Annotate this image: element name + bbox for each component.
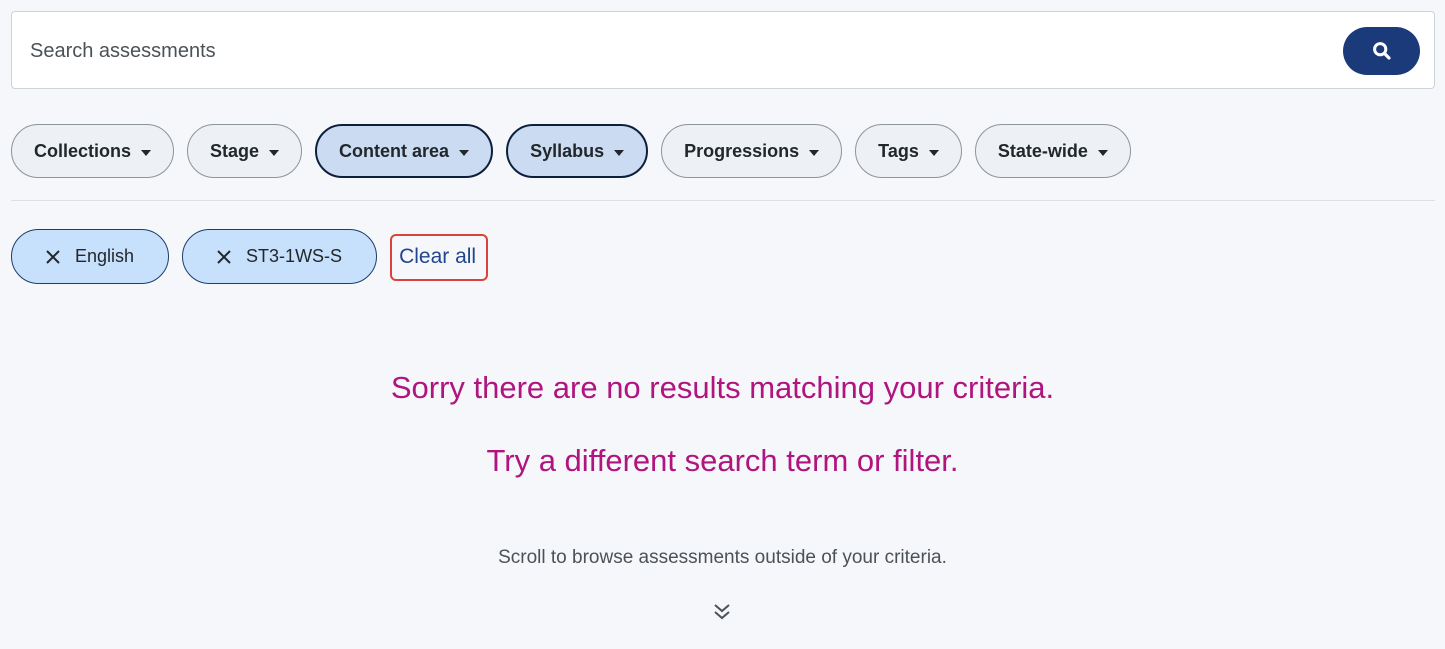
caret-down-icon <box>459 149 470 156</box>
filter-label: Content area <box>339 140 450 161</box>
filter-label: Syllabus <box>530 140 605 161</box>
filter-label: Tags <box>878 140 919 161</box>
no-results-message: Sorry there are no results matching your… <box>390 370 1055 405</box>
filter-label: Collections <box>34 140 132 161</box>
active-filter-chip-english[interactable]: English <box>11 229 170 284</box>
filter-label: State-wide <box>997 140 1088 161</box>
caret-down-icon <box>928 149 939 156</box>
filter-stage[interactable]: Stage <box>187 124 303 178</box>
double-chevron-down-icon[interactable] <box>711 601 733 623</box>
filter-collections[interactable]: Collections <box>11 124 175 178</box>
search-bar <box>11 11 1435 90</box>
caret-down-icon <box>809 149 820 156</box>
active-filter-chips: English ST3-1WS-S Clear all <box>11 229 489 284</box>
caret-down-icon <box>269 149 280 156</box>
clear-all-link[interactable]: Clear all <box>390 233 489 281</box>
scroll-hint: Scroll to browse assessments outside of … <box>498 547 947 568</box>
active-filter-chip-st3-1ws-s[interactable]: ST3-1WS-S <box>182 229 378 284</box>
caret-down-icon <box>1097 149 1108 156</box>
search-icon <box>1372 41 1392 61</box>
no-results-suggestion: Try a different search term or filter. <box>486 443 959 478</box>
caret-down-icon <box>614 149 625 156</box>
filter-content-area[interactable]: Content area <box>315 124 494 178</box>
close-icon <box>45 249 61 265</box>
filter-progressions[interactable]: Progressions <box>661 124 843 178</box>
filter-syllabus[interactable]: Syllabus <box>506 124 649 178</box>
caret-down-icon <box>141 149 152 156</box>
filter-label: Progressions <box>684 140 800 161</box>
search-input[interactable] <box>28 12 1332 90</box>
filter-label: Stage <box>210 140 260 161</box>
close-icon <box>216 249 232 265</box>
search-button[interactable] <box>1343 27 1420 75</box>
filter-tags[interactable]: Tags <box>855 124 962 178</box>
chip-label: English <box>75 246 135 266</box>
chip-label: ST3-1WS-S <box>246 246 343 266</box>
filter-state-wide[interactable]: State-wide <box>974 124 1131 178</box>
divider <box>11 200 1435 201</box>
filter-bar: Collections Stage Content area Syllabus … <box>11 124 1131 178</box>
